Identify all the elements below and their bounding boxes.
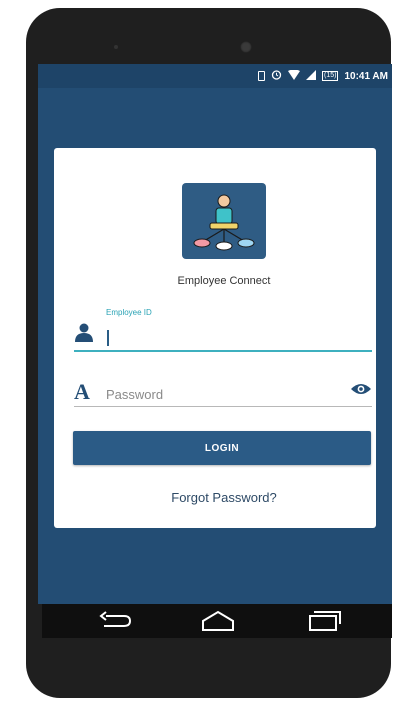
alarm-icon [271, 69, 282, 83]
recent-apps-icon[interactable] [306, 610, 342, 637]
password-input[interactable] [106, 382, 336, 406]
user-icon [74, 322, 94, 347]
screen: (15) 10:41 AM Employee Connect Employee … [38, 64, 392, 604]
letter-a-icon: A [74, 379, 90, 404]
battery-icon: (15) [322, 71, 339, 81]
login-button[interactable]: LOGIN [73, 431, 371, 465]
employee-id-label: Employee ID [106, 308, 152, 317]
status-time: 10:41 AM [344, 70, 388, 82]
app-name: Employee Connect [177, 275, 271, 287]
navigation-bar [42, 604, 392, 638]
login-card: Employee Connect Employee ID A LOGIN For… [54, 148, 376, 528]
forgot-password-link[interactable]: Forgot Password? [54, 490, 392, 505]
employee-network-icon [182, 183, 266, 259]
home-icon[interactable] [200, 610, 236, 637]
text-cursor [107, 330, 109, 346]
back-icon[interactable] [98, 610, 134, 637]
signal-icon [306, 69, 316, 83]
employee-id-input[interactable] [106, 326, 336, 350]
front-camera [240, 41, 252, 53]
phone-status-icon [258, 71, 265, 81]
employee-id-field[interactable] [74, 320, 372, 352]
password-field[interactable]: A [74, 376, 372, 407]
eye-icon[interactable] [350, 382, 372, 401]
sensor-dot [114, 45, 118, 49]
wifi-icon [288, 69, 300, 83]
status-bar: (15) 10:41 AM [38, 64, 392, 88]
